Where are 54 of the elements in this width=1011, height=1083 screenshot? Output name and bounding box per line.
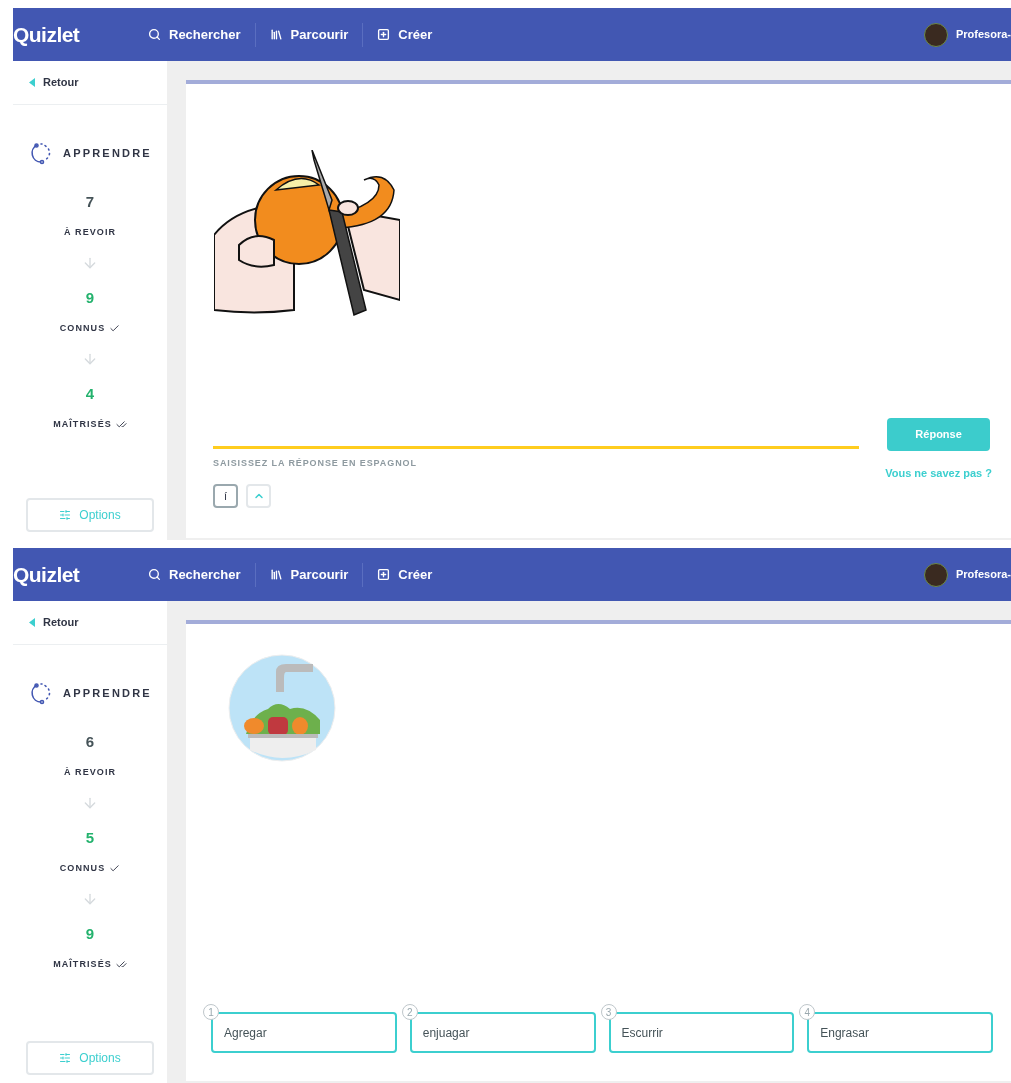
- stat-label: À REVOIR: [63, 225, 117, 239]
- choice-number: 2: [401, 1004, 418, 1020]
- add-square-icon: [377, 28, 391, 41]
- check-icon: [109, 862, 121, 874]
- nav-link[interactable]: Créer: [370, 564, 440, 585]
- stat-count: 4: [85, 384, 95, 404]
- learn-icon: [29, 681, 53, 705]
- avatar[interactable]: [923, 22, 948, 47]
- library-icon: [269, 568, 283, 581]
- sliders-icon: [59, 509, 72, 521]
- check-icon: [109, 322, 121, 334]
- caret-left-icon: [29, 78, 35, 87]
- stat-count: 9: [85, 924, 95, 944]
- back-link[interactable]: Retour: [13, 61, 167, 105]
- search-icon: [148, 568, 161, 581]
- choice-number: 3: [600, 1004, 617, 1020]
- choice-number: 4: [799, 1004, 816, 1020]
- stat-label: À REVOIR: [63, 765, 117, 779]
- nav-link[interactable]: Créer: [370, 24, 440, 45]
- search-icon: [148, 28, 161, 41]
- logo[interactable]: Quizlet: [13, 18, 141, 51]
- stat-label: CONNUS: [59, 861, 106, 875]
- nav-link[interactable]: Parcourir: [262, 24, 356, 45]
- library-icon: [269, 28, 283, 41]
- add-square-icon: [377, 568, 391, 581]
- choice-number: 1: [203, 1004, 219, 1020]
- learn-icon: [29, 141, 53, 165]
- double-check-icon: [115, 958, 127, 970]
- caret-left-icon: [29, 618, 35, 627]
- double-check-icon: [115, 418, 127, 430]
- logo[interactable]: Quizlet: [13, 558, 141, 591]
- user-name[interactable]: Profesora-: [955, 566, 1011, 583]
- sliders-icon: [59, 1052, 72, 1064]
- mode-title: APPRENDRE: [63, 685, 152, 701]
- accent-key[interactable]: í: [213, 484, 238, 508]
- avatar[interactable]: [923, 562, 948, 587]
- nav-link[interactable]: Rechercher: [141, 24, 248, 45]
- arrow-down-icon: [82, 255, 98, 271]
- answer-prompt: SAISISSEZ LA RÉPONSE EN ESPAGNOL: [213, 456, 418, 470]
- arrow-down-icon: [82, 351, 98, 367]
- back-link[interactable]: Retour: [13, 601, 167, 645]
- mode-title: APPRENDRE: [63, 145, 152, 161]
- stat-count: 7: [85, 192, 95, 212]
- nav-link[interactable]: Parcourir: [262, 564, 356, 585]
- stat-label: MAÎTRISÉS: [53, 417, 112, 431]
- stat-label: MAÎTRISÉS: [53, 957, 112, 971]
- answer-field[interactable]: [213, 445, 860, 449]
- stat-count: 6: [85, 732, 95, 752]
- nav-link[interactable]: Rechercher: [141, 564, 248, 585]
- stat-count: 9: [85, 288, 95, 308]
- stat-label: CONNUS: [59, 321, 106, 335]
- caps-toggle-button[interactable]: [246, 484, 271, 508]
- stat-count: 5: [85, 828, 95, 848]
- user-name[interactable]: Profesora-: [955, 26, 1011, 43]
